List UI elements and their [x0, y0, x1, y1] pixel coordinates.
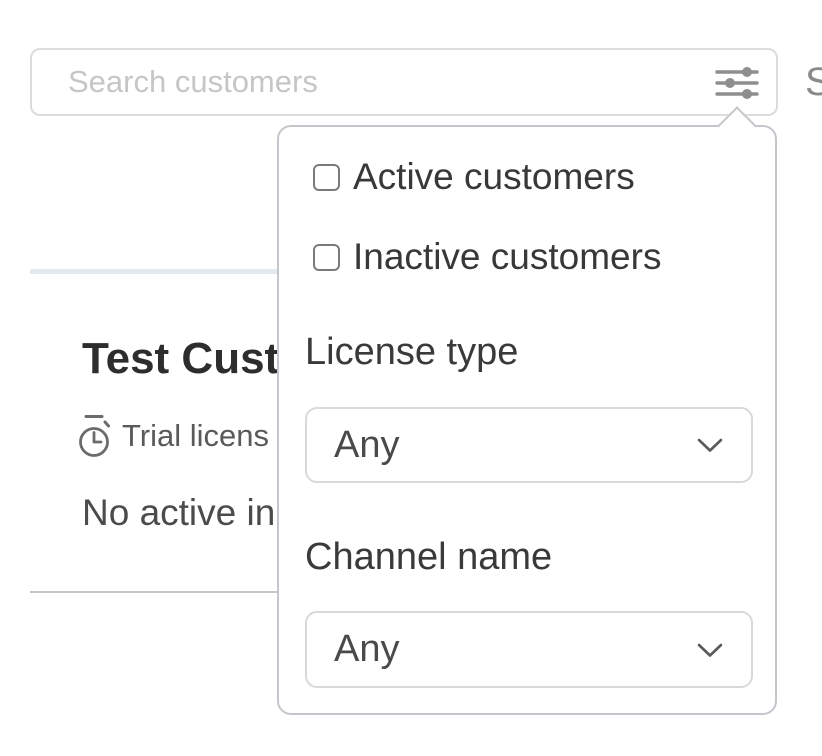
active-customers-label: Active customers — [353, 156, 635, 198]
customers-page: Test Cust Trial licens No active in S — [0, 0, 822, 756]
search-input[interactable] — [68, 50, 688, 114]
license-row: Trial licens — [78, 412, 282, 460]
timer-icon — [78, 413, 111, 459]
clipped-right-text: S — [805, 60, 822, 105]
inactive-customers-label: Inactive customers — [353, 236, 661, 278]
filter-popover: Active customers Inactive customers Lice… — [277, 125, 777, 715]
channel-name-select-value: Any — [334, 628, 399, 671]
inactive-customers-checkbox-row[interactable]: Inactive customers — [313, 235, 661, 279]
section-divider-accent — [30, 269, 277, 274]
customer-status-text: No active in — [82, 492, 282, 534]
license-type-field-label: License type — [305, 331, 518, 374]
license-type-text: Trial licens — [122, 418, 269, 454]
active-customers-checkbox[interactable] — [313, 164, 340, 191]
customer-name: Test Cust — [82, 334, 282, 384]
filter-button[interactable] — [715, 64, 763, 102]
search-box — [30, 48, 778, 116]
chevron-down-icon — [697, 643, 723, 658]
sliders-icon — [715, 66, 759, 100]
license-type-select-value: Any — [334, 424, 399, 467]
inactive-customers-checkbox[interactable] — [313, 244, 340, 271]
chevron-down-icon — [697, 438, 723, 453]
channel-name-field-label: Channel name — [305, 536, 552, 579]
card-divider — [30, 591, 277, 593]
channel-name-select[interactable]: Any — [305, 611, 753, 688]
license-type-select[interactable]: Any — [305, 407, 753, 483]
active-customers-checkbox-row[interactable]: Active customers — [313, 155, 635, 199]
